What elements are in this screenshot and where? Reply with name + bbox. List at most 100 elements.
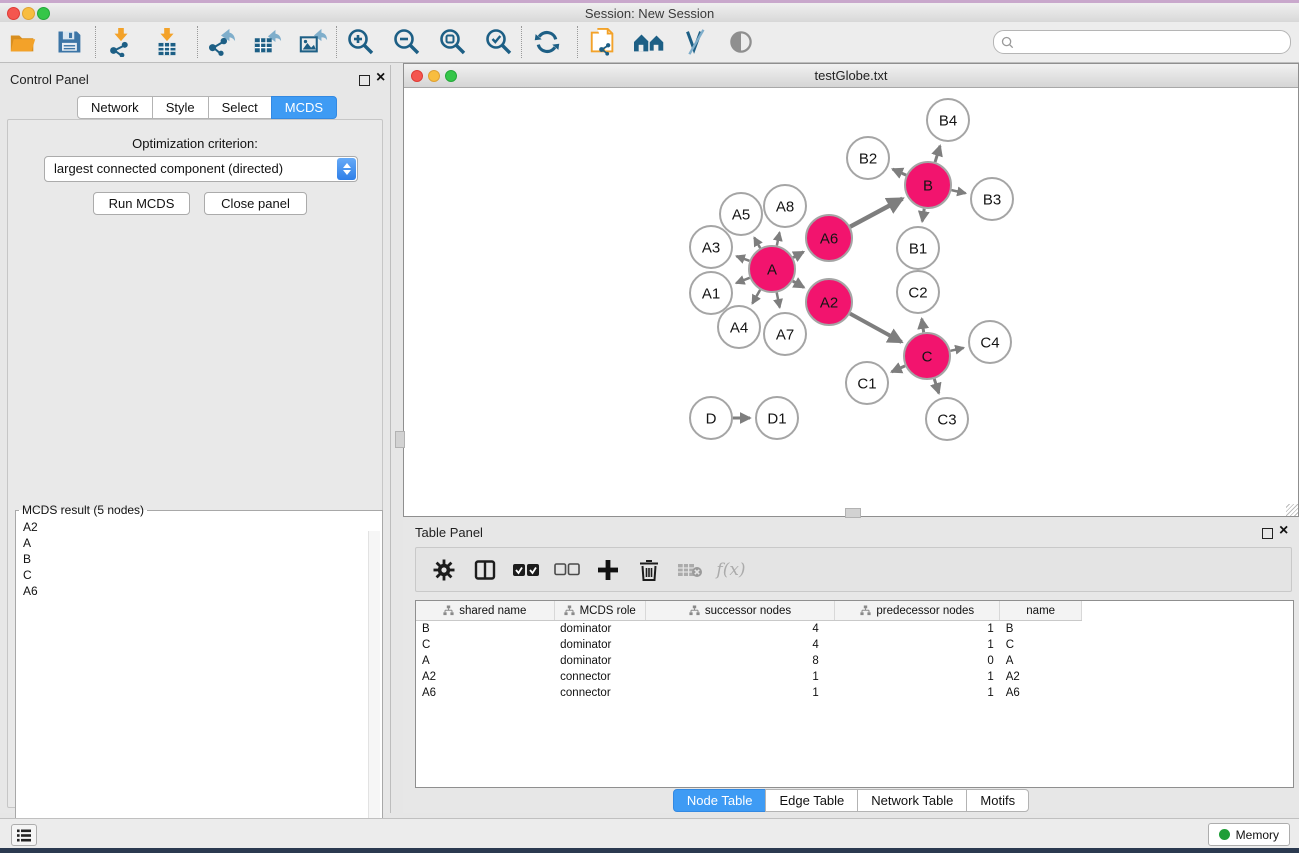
column-header-MCDS-role[interactable]: MCDS role <box>554 601 645 621</box>
mcds-result-item[interactable]: A2 <box>23 519 382 535</box>
tab-mcds[interactable]: MCDS <box>271 96 337 119</box>
export-image-icon[interactable] <box>296 25 330 59</box>
tab-network-table[interactable]: Network Table <box>857 789 967 812</box>
tab-select[interactable]: Select <box>208 96 272 119</box>
search-input[interactable] <box>1014 32 1290 52</box>
cell-name[interactable]: B <box>1000 621 1082 638</box>
graph-edge-A-A6[interactable] <box>793 252 803 258</box>
refresh-icon[interactable] <box>530 25 564 59</box>
graph-node-C3[interactable]: C3 <box>926 398 968 440</box>
cell-name[interactable]: A2 <box>1000 669 1082 685</box>
cell-MCDS-role[interactable]: dominator <box>554 621 645 638</box>
network-window-titlebar[interactable]: testGlobe.txt <box>404 64 1298 88</box>
graph-edge-A-A2[interactable] <box>793 281 804 287</box>
column-header-shared-name[interactable]: shared name <box>416 601 554 621</box>
delete-row-icon[interactable] <box>635 556 663 584</box>
cell-predecessor-nodes[interactable]: 1 <box>835 669 1000 685</box>
hide-details-icon[interactable] <box>678 25 712 59</box>
cell-name[interactable]: A6 <box>1000 685 1082 701</box>
save-session-icon[interactable] <box>52 25 86 59</box>
table-row[interactable]: Adominator80A <box>416 653 1293 669</box>
settings-gear-icon[interactable] <box>430 556 458 584</box>
graph-edge-A-A1[interactable] <box>736 278 750 283</box>
graph-edge-A-A3[interactable] <box>736 256 749 261</box>
cell-MCDS-role[interactable]: dominator <box>554 653 645 669</box>
graph-node-C1[interactable]: C1 <box>846 362 888 404</box>
tab-edge-table[interactable]: Edge Table <box>765 789 858 812</box>
graph-edge-C-C4[interactable] <box>950 348 963 351</box>
deselect-all-icon[interactable] <box>553 556 581 584</box>
table-panel-float-icon[interactable] <box>1262 528 1273 539</box>
graph-edge-B-B3[interactable] <box>951 190 965 193</box>
graph-edge-B-B1[interactable] <box>922 209 924 222</box>
zoom-in-icon[interactable] <box>344 25 378 59</box>
cell-successor-nodes[interactable]: 8 <box>645 653 835 669</box>
column-header-predecessor-nodes[interactable]: predecessor nodes <box>835 601 1000 621</box>
import-table-icon[interactable] <box>150 25 184 59</box>
import-network-icon[interactable] <box>104 25 138 59</box>
cell-shared-name[interactable]: C <box>416 637 554 653</box>
graph-node-A[interactable]: A <box>749 246 795 292</box>
graph-node-D[interactable]: D <box>690 397 732 439</box>
graph-edge-C-C1[interactable] <box>892 366 905 372</box>
graph-node-B2[interactable]: B2 <box>847 137 889 179</box>
select-all-icon[interactable] <box>512 556 540 584</box>
graph-node-C[interactable]: C <box>904 333 950 379</box>
window-resize-grip[interactable] <box>1286 504 1298 516</box>
graph-edge-A-A7[interactable] <box>777 293 780 308</box>
graph-node-A3[interactable]: A3 <box>690 226 732 268</box>
search-box[interactable] <box>993 30 1291 54</box>
graph-edge-A-A4[interactable] <box>752 290 760 304</box>
horizontal-scrollbar-handle[interactable] <box>845 508 861 518</box>
cell-successor-nodes[interactable]: 4 <box>645 637 835 653</box>
app-titlebar[interactable]: Session: New Session <box>0 3 1299 23</box>
tab-node-table[interactable]: Node Table <box>673 789 767 812</box>
cell-successor-nodes[interactable]: 1 <box>645 669 835 685</box>
task-history-button[interactable] <box>11 824 37 846</box>
graph-node-B4[interactable]: B4 <box>927 99 969 141</box>
graph-node-B1[interactable]: B1 <box>897 227 939 269</box>
graph-node-A1[interactable]: A1 <box>690 272 732 314</box>
cell-predecessor-nodes[interactable]: 0 <box>835 653 1000 669</box>
mcds-result-item[interactable]: A6 <box>23 583 382 599</box>
cell-shared-name[interactable]: B <box>416 621 554 638</box>
graph-node-A8[interactable]: A8 <box>764 185 806 227</box>
graph-edge-A-A5[interactable] <box>754 238 760 249</box>
table-row[interactable]: A2connector11A2 <box>416 669 1293 685</box>
graph-node-A5[interactable]: A5 <box>720 193 762 235</box>
graph-edge-C-C2[interactable] <box>922 319 924 332</box>
close-panel-button[interactable]: Close panel <box>204 192 307 215</box>
graph-node-B[interactable]: B <box>905 162 951 208</box>
cell-MCDS-role[interactable]: dominator <box>554 637 645 653</box>
graph-edge-A-A8[interactable] <box>777 232 780 245</box>
memory-button[interactable]: Memory <box>1208 823 1290 846</box>
cell-shared-name[interactable]: A <box>416 653 554 669</box>
export-network-icon[interactable] <box>204 25 238 59</box>
home-layout-icon[interactable] <box>632 25 666 59</box>
cell-successor-nodes[interactable]: 4 <box>645 621 835 638</box>
graph-node-A7[interactable]: A7 <box>764 313 806 355</box>
zoom-fit-icon[interactable] <box>436 25 470 59</box>
mcds-result-item[interactable]: C <box>23 567 382 583</box>
table-panel-close-icon[interactable]: × <box>1279 522 1288 540</box>
cell-successor-nodes[interactable]: 1 <box>645 685 835 701</box>
columns-icon[interactable] <box>471 556 499 584</box>
open-session-icon[interactable] <box>6 25 40 59</box>
cell-predecessor-nodes[interactable]: 1 <box>835 685 1000 701</box>
graph-node-A2[interactable]: A2 <box>806 279 852 325</box>
mcds-result-item[interactable]: B <box>23 551 382 567</box>
graph-node-B3[interactable]: B3 <box>971 178 1013 220</box>
graph-edge-B-B4[interactable] <box>935 146 940 162</box>
graph-node-D1[interactable]: D1 <box>756 397 798 439</box>
control-panel-close-icon[interactable]: × <box>376 69 385 87</box>
result-scrollbar[interactable] <box>368 531 380 850</box>
vertical-scrollbar-handle[interactable] <box>395 431 405 448</box>
network-document-icon[interactable] <box>586 25 620 59</box>
run-mcds-button[interactable]: Run MCDS <box>93 192 190 215</box>
graph-edge-A2-C[interactable] <box>850 314 902 342</box>
table-row[interactable]: A6connector11A6 <box>416 685 1293 701</box>
zoom-selected-icon[interactable] <box>482 25 516 59</box>
cell-name[interactable]: C <box>1000 637 1082 653</box>
graph-edge-A6-B[interactable] <box>850 199 902 227</box>
graph-node-C4[interactable]: C4 <box>969 321 1011 363</box>
